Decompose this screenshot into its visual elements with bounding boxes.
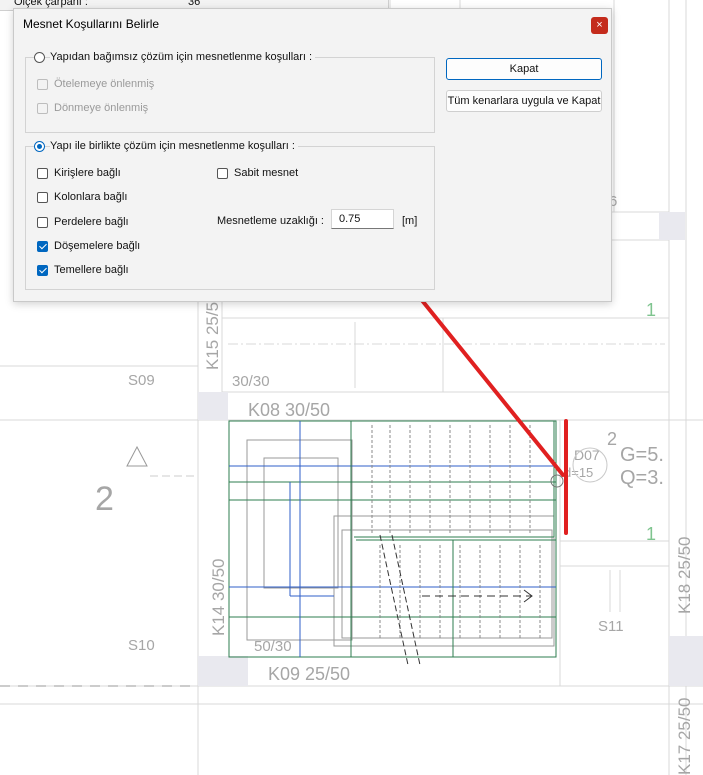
checkbox-connected-to-foundations[interactable]: Temellere bağlı [37, 264, 129, 276]
support-distance-label: Mesnetleme uzaklığı : [217, 215, 324, 227]
checkbox-icon [37, 102, 48, 114]
label-beam-3030: 30/30 [232, 373, 270, 390]
connected-to-beams-label: Kirişlere bağlı [54, 167, 121, 179]
label-s10: S10 [128, 637, 155, 654]
label-k08: K08 30/50 [248, 400, 330, 420]
label-g: G=5. [620, 444, 664, 466]
checkbox-connected-to-walls[interactable]: Perdelere bağlı [37, 216, 129, 228]
checkbox-icon [37, 78, 48, 90]
label-two-big: 2 [95, 480, 114, 518]
close-button[interactable]: Kapat [446, 58, 602, 80]
label-one-b: 1 [646, 524, 656, 544]
label-beam-5030: 50/30 [254, 638, 292, 655]
scale-factor-label: Ölçek çarpanı : [14, 0, 88, 8]
label-k18: K18 25/50 [675, 536, 694, 614]
checkbox-icon [37, 191, 48, 203]
stair-drawing[interactable] [228, 420, 564, 666]
checkbox-icon [217, 167, 228, 179]
apply-all-edges-and-close-button[interactable]: Tüm kenarlara uygula ve Kapat [446, 90, 602, 112]
fixed-support-label: Sabit mesnet [234, 167, 299, 179]
support-conditions-dialog: Mesnet Koşullarını Belirle × Yapıdan bağ… [13, 8, 612, 302]
checkbox-connected-to-slabs[interactable]: Döşemelere bağlı [37, 240, 140, 252]
checkbox-translation-restrained[interactable]: Ötelemeye önlenmiş [37, 78, 154, 90]
radio-independent-label: Yapıdan bağımsız çözüm için mesnetlenme … [50, 51, 316, 63]
connected-to-foundations-label: Temellere bağlı [54, 264, 129, 276]
dialog-titlebar[interactable]: Mesnet Koşullarını Belirle × [14, 9, 611, 39]
label-s09: S09 [128, 372, 155, 389]
translation-restrained-label: Ötelemeye önlenmiş [54, 78, 155, 90]
checkbox-icon [37, 216, 48, 228]
checkbox-connected-to-columns[interactable]: Kolonlara bağlı [37, 191, 127, 203]
connected-to-columns-label: Kolonlara bağlı [54, 191, 128, 203]
triangle-marker [126, 445, 148, 467]
label-one-a: 1 [646, 300, 656, 320]
label-k14: K14 30/50 [209, 558, 228, 636]
independent-solution-group [25, 57, 435, 133]
radio-icon [34, 140, 45, 152]
label-q: Q=3. [620, 467, 664, 489]
checkbox-fixed-support[interactable]: Sabit mesnet [217, 167, 298, 179]
support-distance-input[interactable]: 0.75 [331, 209, 394, 229]
rotation-restrained-label: Dönmeye önlenmiş [54, 102, 149, 114]
label-k17: K17 25/50 [675, 697, 694, 775]
connected-to-walls-label: Perdelere bağlı [54, 216, 129, 228]
connected-to-slabs-label: Döşemelere bağlı [54, 240, 141, 252]
label-s11: S11 [598, 618, 624, 635]
checkbox-icon [37, 167, 48, 179]
label-k09: K09 25/50 [268, 664, 350, 684]
close-icon[interactable]: × [591, 17, 608, 34]
support-distance-unit: [m] [402, 215, 418, 227]
radio-independent-solution[interactable]: Yapıdan bağımsız çözüm için mesnetlenme … [34, 51, 316, 63]
radio-combined-solution[interactable]: Yapı ile birlikte çözüm için mesnetlenme… [34, 140, 298, 152]
checkbox-connected-to-beams[interactable]: Kirişlere bağlı [37, 167, 121, 179]
checkbox-checked-icon [37, 264, 48, 276]
dialog-title: Mesnet Koşullarını Belirle [23, 17, 160, 31]
radio-icon [34, 51, 45, 63]
scale-factor-value: 36 [188, 0, 201, 8]
checkbox-rotation-restrained[interactable]: Dönmeye önlenmiş [37, 102, 148, 114]
label-k15: K15 25/50 [203, 292, 222, 370]
label-two-small: 2 [607, 429, 617, 449]
checkbox-checked-icon [37, 240, 48, 252]
radio-combined-label: Yapı ile birlikte çözüm için mesnetlenme… [50, 140, 298, 152]
